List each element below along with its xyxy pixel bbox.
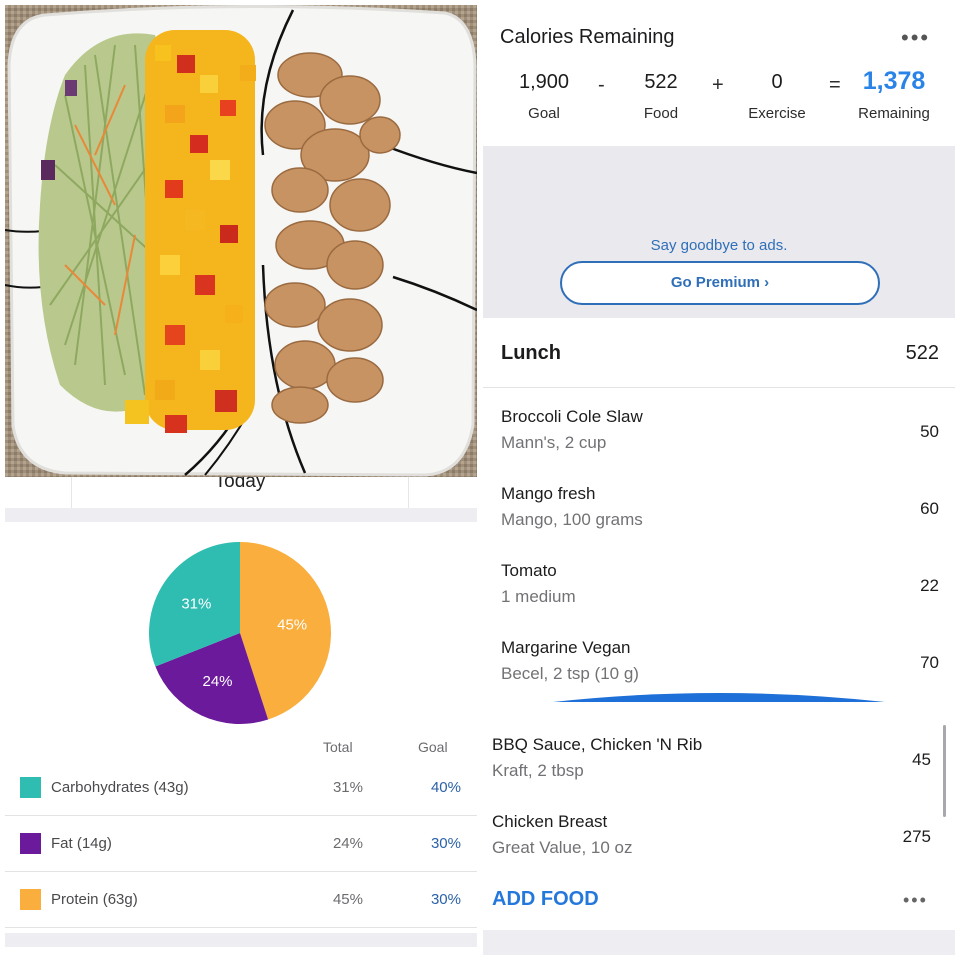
food-item-tomato[interactable]: Tomato 1 medium 22 xyxy=(483,549,955,626)
food-value: 522 xyxy=(644,71,678,93)
ad-banner: Say goodbye to ads. Go Premium › xyxy=(483,146,955,318)
pie-label-fat: 24% xyxy=(203,673,233,690)
macro-name: Protein (63g) xyxy=(51,891,138,908)
food-calories: 60 xyxy=(920,499,939,518)
bottom-divider xyxy=(483,930,955,955)
food-item-bbq-sauce[interactable]: BBQ Sauce, Chicken 'N Rib Kraft, 2 tbsp … xyxy=(483,723,955,800)
bottom-divider xyxy=(5,933,477,947)
food-name: BBQ Sauce, Chicken 'N Rib xyxy=(492,735,703,754)
food-photo xyxy=(5,5,477,477)
food-name: Chicken Breast xyxy=(492,812,608,831)
goal-label: Goal xyxy=(528,105,560,122)
food-item-chicken-breast[interactable]: Chicken Breast Great Value, 10 oz 275 xyxy=(483,800,955,877)
minus-sign: - xyxy=(598,74,605,96)
plus-sign: + xyxy=(712,74,724,96)
remaining-value: 1,378 xyxy=(862,67,926,95)
macro-total: 31% xyxy=(332,779,363,796)
meal-header: Lunch 522 xyxy=(483,318,955,388)
protein-swatch xyxy=(20,889,41,910)
food-detail: Becel, 2 tsp (10 g) xyxy=(501,664,639,683)
date-label: Today xyxy=(214,477,266,492)
meal-calories: 522 xyxy=(905,342,939,364)
food-calories: 45 xyxy=(912,750,931,769)
date-tab[interactable]: Today xyxy=(71,477,409,508)
ad-text: Say goodbye to ads. xyxy=(650,237,788,254)
food-detail: Mango, 100 grams xyxy=(501,510,643,529)
macro-goal: 30% xyxy=(430,891,461,908)
goal-header: Goal xyxy=(418,739,448,755)
macro-name: Fat (14g) xyxy=(51,835,112,852)
scrollbar[interactable] xyxy=(943,725,946,817)
food-detail: Kraft, 2 tbsp xyxy=(492,761,584,780)
pie-label-protein: 45% xyxy=(277,617,307,634)
food-calories: 22 xyxy=(920,576,939,595)
exercise-label: Exercise xyxy=(748,105,806,122)
goal-column: 1,900 Goal xyxy=(513,71,575,122)
food-calories: 275 xyxy=(902,827,931,846)
pie-label-carbs: 31% xyxy=(181,595,211,612)
food-detail: 1 medium xyxy=(501,587,576,606)
nutrition-panel: Today 45% 24% 31% Total Goal Carbohydrates… xyxy=(5,477,477,955)
exercise-column: 0 Exercise xyxy=(741,71,813,122)
section-divider xyxy=(5,508,477,522)
food-detail: Great Value, 10 oz xyxy=(492,838,633,857)
macro-total: 45% xyxy=(332,891,363,908)
macro-row-fat: Fat (14g) 24% 30% xyxy=(5,816,477,872)
food-name: Mango fresh xyxy=(501,484,596,503)
food-item-broccoli-cole-slaw[interactable]: Broccoli Cole Slaw Mann's, 2 cup 50 xyxy=(483,395,955,472)
food-item-mango[interactable]: Mango fresh Mango, 100 grams 60 xyxy=(483,472,955,549)
more-horizontal-icon[interactable]: ••• xyxy=(903,890,928,911)
remaining-label: Remaining xyxy=(858,105,930,122)
food-detail: Mann's, 2 cup xyxy=(501,433,607,452)
total-header: Total xyxy=(323,739,353,755)
page: Today 45% 24% 31% Total Goal Carbohydrates… xyxy=(0,0,960,960)
calories-title: Calories Remaining xyxy=(500,26,675,48)
macro-total: 24% xyxy=(332,835,363,852)
goal-value: 1,900 xyxy=(518,71,570,93)
fat-swatch xyxy=(20,833,41,854)
meal-title: Lunch xyxy=(501,342,561,364)
food-calories: 70 xyxy=(920,653,939,672)
macro-name: Carbohydrates (43g) xyxy=(51,779,189,796)
diary-panel: Calories Remaining ••• 1,900 Goal - 522 … xyxy=(483,5,955,955)
food-label: Food xyxy=(643,105,679,122)
food-name: Tomato xyxy=(501,561,557,580)
remaining-column: 1,378 Remaining xyxy=(851,67,937,122)
macro-pie-chart: 45% 24% 31% xyxy=(147,540,333,726)
carbs-swatch xyxy=(20,777,41,798)
food-name: Margarine Vegan xyxy=(501,638,631,657)
food-name: Broccoli Cole Slaw xyxy=(501,407,643,426)
pull-indicator xyxy=(553,693,885,702)
food-column: 522 Food xyxy=(631,71,691,122)
macro-row-protein: Protein (63g) 45% 30% xyxy=(5,872,477,928)
macro-goal: 30% xyxy=(430,835,461,852)
macro-row-carbs: Carbohydrates (43g) 31% 40% xyxy=(5,760,477,816)
equals-sign: = xyxy=(829,74,841,96)
more-horizontal-icon[interactable]: ••• xyxy=(901,25,930,51)
macro-goal: 40% xyxy=(430,779,461,796)
food-calories: 50 xyxy=(920,422,939,441)
exercise-value: 0 xyxy=(771,71,783,93)
add-food-button[interactable]: ADD FOOD xyxy=(492,888,599,911)
go-premium-button[interactable]: Go Premium › xyxy=(560,261,880,305)
